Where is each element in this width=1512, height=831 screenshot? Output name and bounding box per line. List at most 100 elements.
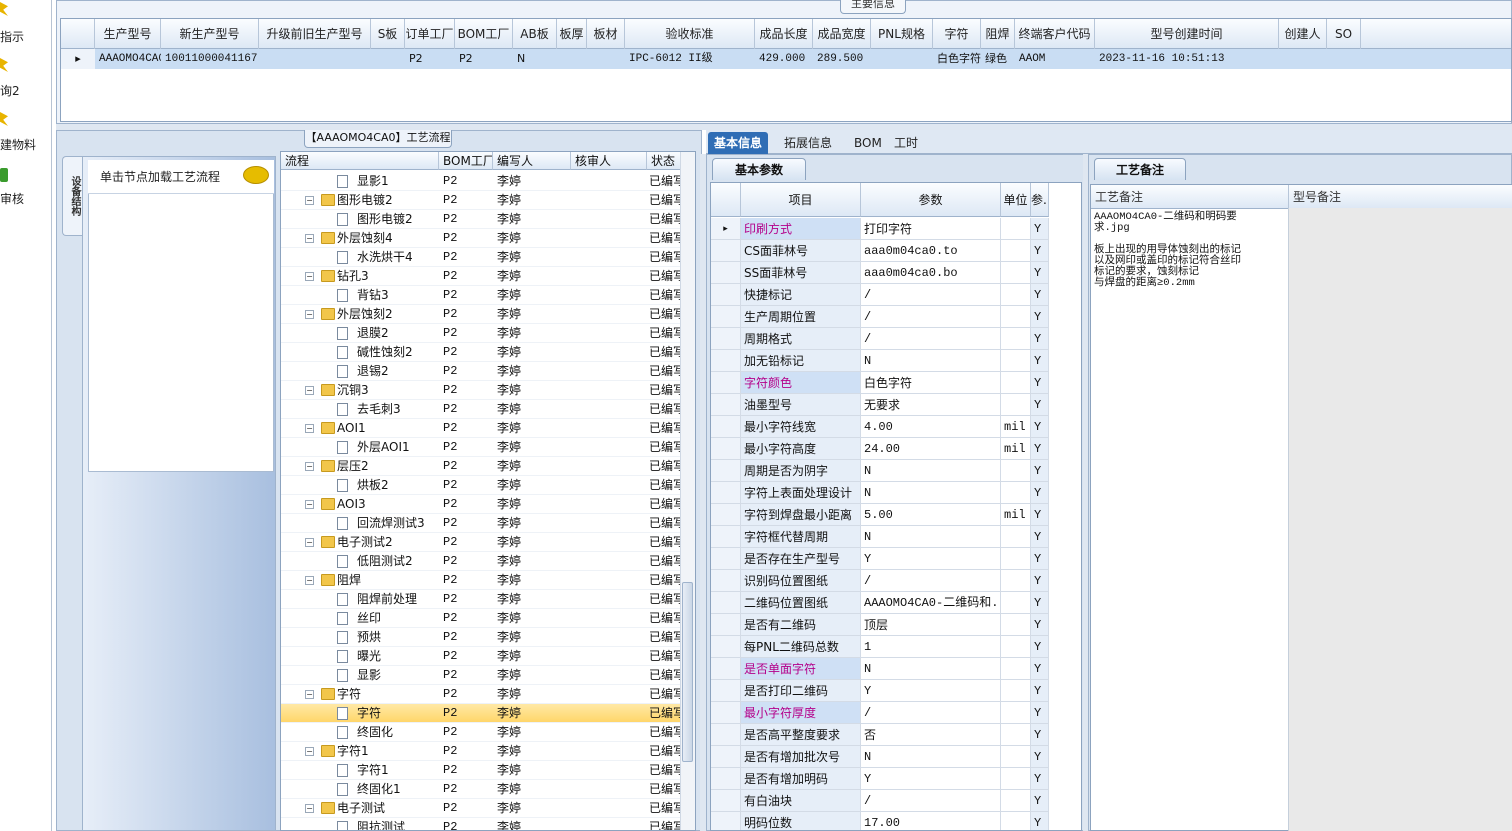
param-value[interactable]: 17.00 xyxy=(861,812,1001,830)
collapse-toggle-icon[interactable]: − xyxy=(305,804,314,813)
collapse-toggle-icon[interactable]: − xyxy=(305,538,314,547)
tree-row[interactable]: − 钻孔3 P2 李婷 已编写 xyxy=(281,267,681,286)
tree-row[interactable]: 字符1 P2 李婷 已编写 xyxy=(281,761,681,780)
param-row[interactable]: 加无铅标记 N Y xyxy=(711,350,1081,372)
tree-row[interactable]: 阻焊前处理 P2 李婷 已编写 xyxy=(281,590,681,609)
column-header[interactable]: 字符 xyxy=(933,19,981,49)
tree-row[interactable]: 字符 P2 李婷 已编写 xyxy=(281,704,681,723)
param-value[interactable]: N xyxy=(861,746,1001,768)
tree-row[interactable]: 曝光 P2 李婷 已编写 xyxy=(281,647,681,666)
param-value[interactable]: N xyxy=(861,482,1001,504)
param-value[interactable]: 打印字符 xyxy=(861,218,1001,240)
param-row[interactable]: CS面菲林号 aaa0m04ca0.to Y xyxy=(711,240,1081,262)
param-row[interactable]: 二维码位置图纸 AAAOMO4CA0-二维码和... Y xyxy=(711,592,1081,614)
param-value[interactable]: 白色字符 xyxy=(861,372,1001,394)
tree-row[interactable]: 丝印 P2 李婷 已编写 xyxy=(281,609,681,628)
param-value[interactable]: / xyxy=(861,306,1001,328)
param-column-header[interactable]: 参数 xyxy=(861,183,1001,217)
tree-row[interactable]: − 电子测试2 P2 李婷 已编写 xyxy=(281,533,681,552)
param-value[interactable]: / xyxy=(861,790,1001,812)
tree-row[interactable]: 终固化1 P2 李婷 已编写 xyxy=(281,780,681,799)
param-value[interactable]: 顶层 xyxy=(861,614,1001,636)
process-remarks-text[interactable]: AAAOMO4CA0-二维码和明码要 求.jpg 板上出现的用导体蚀刻出的标记 … xyxy=(1094,212,1286,289)
param-row[interactable]: 是否单面字符 N Y xyxy=(711,658,1081,680)
param-value[interactable]: 1 xyxy=(861,636,1001,658)
param-row[interactable]: SS面菲林号 aaa0m04ca0.bo Y xyxy=(711,262,1081,284)
param-column-header[interactable]: 单位 xyxy=(1001,183,1031,217)
table-row[interactable]: ▸ AAAOMO4CA0 10011000041167 P2 P2 N IPC-6012 I… xyxy=(61,49,1511,69)
param-row[interactable]: 识别码位置图纸 / Y xyxy=(711,570,1081,592)
tree-row[interactable]: 碱性蚀刻2 P2 李婷 已编写 xyxy=(281,343,681,362)
tab-0[interactable]: 基本信息 xyxy=(708,132,769,154)
collapse-toggle-icon[interactable]: − xyxy=(305,747,314,756)
column-header[interactable]: 板厚 xyxy=(557,19,587,49)
column-header[interactable]: BOM工厂 xyxy=(455,19,513,49)
param-value[interactable]: Y xyxy=(861,680,1001,702)
param-value[interactable]: AAAOMO4CA0-二维码和... xyxy=(861,592,1001,614)
param-row[interactable]: 是否有增加明码 Y Y xyxy=(711,768,1081,790)
tree-row[interactable]: 退锡2 P2 李婷 已编写 xyxy=(281,362,681,381)
tree-row[interactable]: − 沉铜3 P2 李婷 已编写 xyxy=(281,381,681,400)
tab-basic-params[interactable]: 基本参数 xyxy=(712,158,806,180)
tree-column-header[interactable]: BOM工厂 xyxy=(439,152,493,170)
tree-row[interactable]: − 阻焊 P2 李婷 已编写 xyxy=(281,571,681,590)
param-value[interactable]: / xyxy=(861,702,1001,724)
param-value[interactable]: N xyxy=(861,460,1001,482)
column-header[interactable]: 阻焊 xyxy=(981,19,1015,49)
column-header[interactable]: 新生产型号 xyxy=(161,19,259,49)
tree-row[interactable]: − 层压2 P2 李婷 已编写 xyxy=(281,457,681,476)
collapse-toggle-icon[interactable]: − xyxy=(305,576,314,585)
tab-1[interactable]: 拓展信息 xyxy=(778,132,838,154)
param-row[interactable]: 字符到焊盘最小距离 5.00 mil Y xyxy=(711,504,1081,526)
param-value[interactable]: / xyxy=(861,570,1001,592)
tree-row[interactable]: 水洗烘干4 P2 李婷 已编写 xyxy=(281,248,681,267)
column-header[interactable]: PNL规格 xyxy=(871,19,933,49)
tree-row[interactable]: 预烘 P2 李婷 已编写 xyxy=(281,628,681,647)
tree-row[interactable]: − 字符 P2 李婷 已编写 xyxy=(281,685,681,704)
param-value[interactable]: 5.00 xyxy=(861,504,1001,526)
param-row[interactable]: 是否打印二维码 Y Y xyxy=(711,680,1081,702)
tree-row[interactable]: 去毛刺3 P2 李婷 已编写 xyxy=(281,400,681,419)
column-header[interactable]: 升级前旧生产型号 xyxy=(259,19,371,49)
tree-row[interactable]: 低阻测试2 P2 李婷 已编写 xyxy=(281,552,681,571)
tree-row[interactable]: − 外层蚀刻4 P2 李婷 已编写 xyxy=(281,229,681,248)
tree-row[interactable]: − AOI3 P2 李婷 已编写 xyxy=(281,495,681,514)
param-row[interactable]: 明码位数 17.00 Y xyxy=(711,812,1081,830)
param-column-header[interactable]: 项目 xyxy=(741,183,861,217)
param-value[interactable]: 无要求 xyxy=(861,394,1001,416)
tree-column-header[interactable]: 编写人 xyxy=(493,152,571,170)
collapse-toggle-icon[interactable]: − xyxy=(305,196,314,205)
param-row[interactable]: 是否高平整度要求否 Y xyxy=(711,724,1081,746)
tree-row[interactable]: 退膜2 P2 李婷 已编写 xyxy=(281,324,681,343)
tree-row[interactable]: 显影1 P2 李婷 已编写 xyxy=(281,172,681,191)
param-row[interactable]: 周期是否为阴字 N Y xyxy=(711,460,1081,482)
tree-row[interactable]: 终固化 P2 李婷 已编写 xyxy=(281,723,681,742)
tab-3[interactable]: 工时 xyxy=(888,132,924,154)
tree-row[interactable]: − 字符1 P2 李婷 已编写 xyxy=(281,742,681,761)
tree-row[interactable]: 阻抗测试 P2 李婷 已编写 xyxy=(281,818,681,830)
collapse-toggle-icon[interactable]: − xyxy=(305,500,314,509)
tree-column-header[interactable]: 状态 xyxy=(647,152,681,170)
tree-row[interactable]: 背钻3 P2 李婷 已编写 xyxy=(281,286,681,305)
param-value[interactable]: N xyxy=(861,526,1001,548)
tree-row[interactable]: 烘板2 P2 李婷 已编写 xyxy=(281,476,681,495)
param-row[interactable]: 字符框代替周期 N Y xyxy=(711,526,1081,548)
column-header[interactable]: 成品长度 xyxy=(755,19,813,49)
param-row[interactable]: 有白油块 / Y xyxy=(711,790,1081,812)
main-info-tab[interactable]: 主要信息 xyxy=(840,0,906,14)
column-header[interactable]: 板材 xyxy=(587,19,625,49)
param-value[interactable]: N xyxy=(861,658,1001,680)
column-header[interactable]: 创建人 xyxy=(1279,19,1327,49)
param-row[interactable]: ▸ 印刷方式 打印字符 Y xyxy=(711,218,1081,240)
column-header[interactable]: 验收标准 xyxy=(625,19,755,49)
column-header[interactable]: 终端客户代码 xyxy=(1015,19,1095,49)
param-value[interactable]: Y xyxy=(861,548,1001,570)
param-value[interactable]: N xyxy=(861,350,1001,372)
param-value[interactable]: 24.00 xyxy=(861,438,1001,460)
collapse-toggle-icon[interactable]: − xyxy=(305,234,314,243)
column-header[interactable]: AB板 xyxy=(513,19,557,49)
column-header[interactable]: S板 xyxy=(371,19,405,49)
collapse-toggle-icon[interactable]: − xyxy=(305,690,314,699)
nav-item[interactable]: 指示 xyxy=(0,28,24,45)
param-row[interactable]: 是否存在生产型号 Y Y xyxy=(711,548,1081,570)
